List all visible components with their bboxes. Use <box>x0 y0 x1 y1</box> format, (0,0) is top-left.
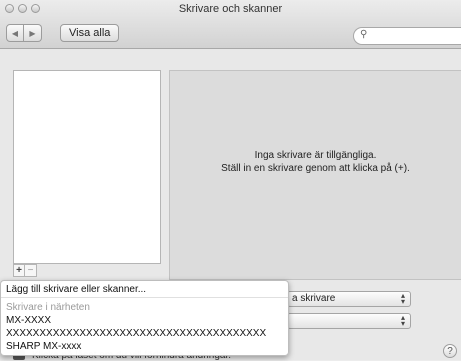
preferences-window: Skrivare och skanner ◀ ▶ Visa alla ⚲ + −… <box>0 0 461 361</box>
add-printer-button[interactable]: + <box>13 264 25 277</box>
menu-section-header: Skrivare i närheten <box>6 302 90 313</box>
forward-button[interactable]: ▶ <box>24 24 42 42</box>
menu-separator <box>1 297 288 298</box>
menu-item-add-printer[interactable]: Lägg till skrivare eller skanner... <box>6 284 146 295</box>
empty-message-line2: Ställ in en skrivare genom att klicka på… <box>221 163 410 174</box>
printer-detail-pane: Inga skrivare är tillgängliga. Ställ in … <box>169 70 461 280</box>
remove-printer-button[interactable]: − <box>25 264 37 277</box>
empty-message: Inga skrivare är tillgängliga. Ställ in … <box>170 149 461 175</box>
search-icon: ⚲ <box>360 29 368 40</box>
default-paper-popup[interactable]: ▴ ▾ <box>287 313 411 329</box>
default-printer-value: a skrivare <box>292 293 336 304</box>
window-title: Skrivare och skanner <box>178 3 283 15</box>
search-field[interactable]: ⚲ <box>353 27 461 45</box>
empty-message-line1: Inga skrivare är tillgängliga. <box>254 150 377 161</box>
show-all-button[interactable]: Visa alla <box>60 24 120 42</box>
printer-list[interactable] <box>13 70 161 264</box>
nav-buttons: ◀ ▶ <box>6 24 42 42</box>
updown-icon: ▴ ▾ <box>400 313 405 328</box>
default-printer-popup[interactable]: a skrivare ▴ ▾ <box>287 291 411 307</box>
menu-item-printer[interactable]: SHARP MX-xxxx <box>6 341 81 352</box>
menu-item-printer[interactable]: XXXXXXXXXXXXXXXXXXXXXXXXXXXXXXXXXXXXXXX <box>6 328 266 339</box>
list-buttons: + − <box>13 264 37 277</box>
title-bar: Skrivare och skanner ◀ ▶ Visa alla ⚲ <box>0 0 461 49</box>
help-button[interactable]: ? <box>443 344 457 358</box>
updown-icon: ▴ ▾ <box>400 291 405 306</box>
chevron-left-icon: ◀ <box>11 28 19 38</box>
menu-item-printer[interactable]: MX-XXXX <box>6 315 51 326</box>
add-printer-menu: Lägg till skrivare eller skanner... Skri… <box>0 280 289 356</box>
back-button[interactable]: ◀ <box>6 24 24 42</box>
chevron-right-icon: ▶ <box>29 28 36 38</box>
